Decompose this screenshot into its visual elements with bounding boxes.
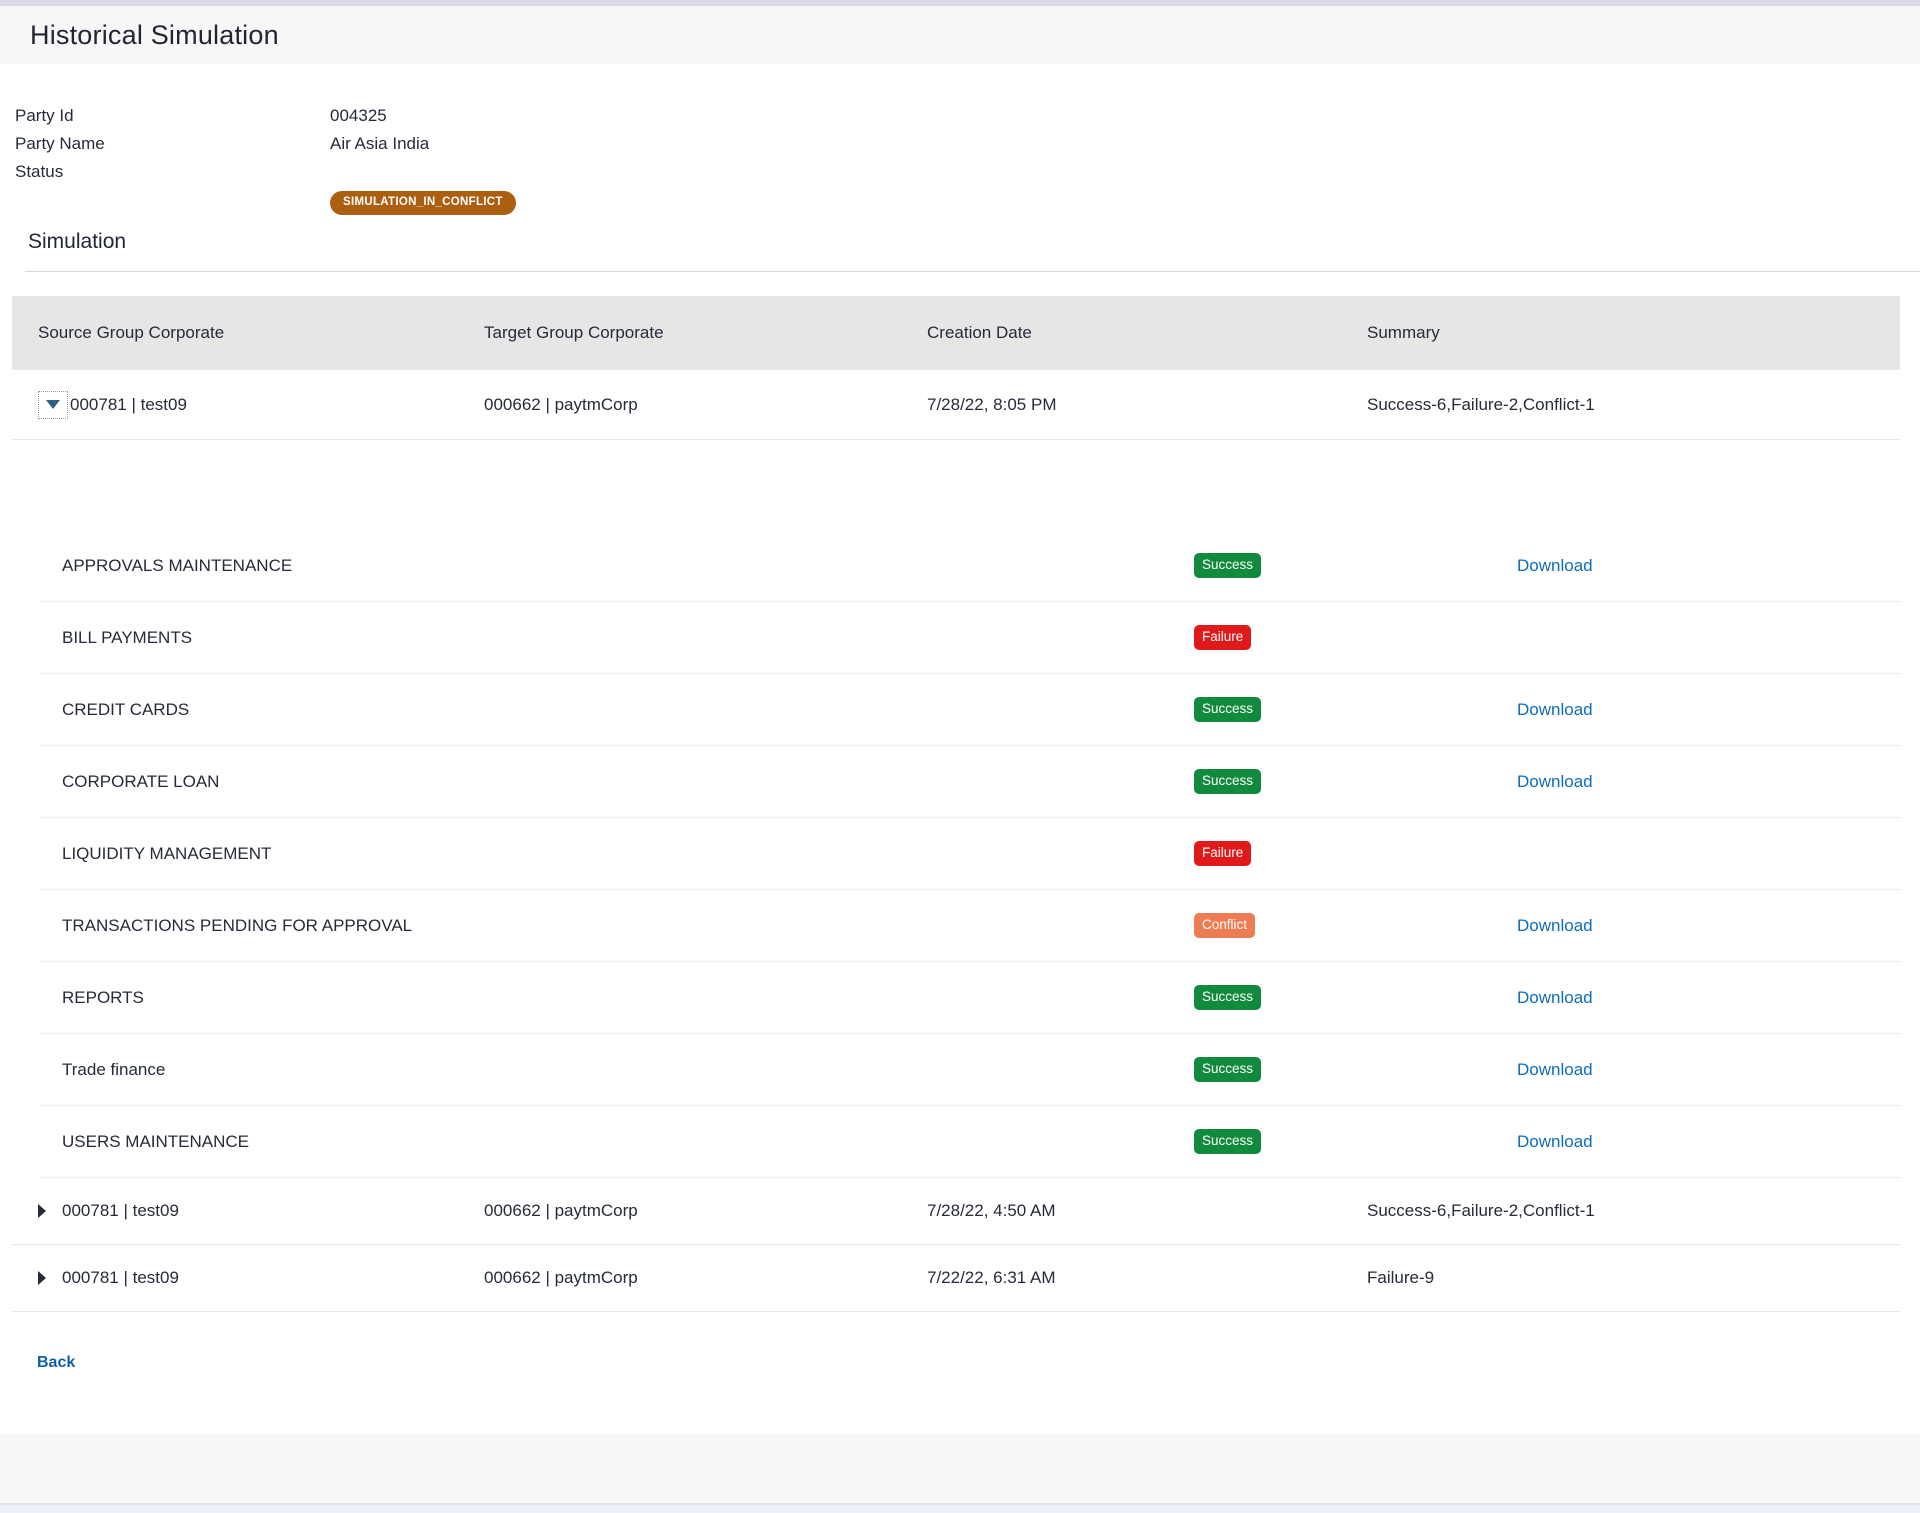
detail-row: APPROVALS MAINTENANCE Success Download — [40, 530, 1900, 602]
chevron-right-icon — [38, 1271, 46, 1285]
module-name: USERS MAINTENANCE — [62, 1132, 1194, 1152]
expanded-panel-spacer — [12, 440, 1900, 530]
download-link[interactable]: Download — [1517, 988, 1900, 1008]
module-name: LIQUIDITY MANAGEMENT — [62, 844, 1194, 864]
detail-row: TRANSACTIONS PENDING FOR APPROVAL Confli… — [40, 890, 1900, 962]
party-name-value: Air Asia India — [330, 130, 1920, 158]
download-link[interactable]: Download — [1517, 1060, 1900, 1080]
party-name-label: Party Name — [15, 130, 330, 158]
module-name: REPORTS — [62, 988, 1194, 1008]
status-badge: SIMULATION_IN_CONFLICT — [330, 191, 516, 215]
module-name: APPROVALS MAINTENANCE — [62, 556, 1194, 576]
status-badge: Failure — [1194, 841, 1251, 866]
row-target: 000662 | paytmCorp — [484, 1201, 927, 1221]
module-name: TRANSACTIONS PENDING FOR APPROVAL — [62, 916, 1194, 936]
detail-row: LIQUIDITY MANAGEMENT Failure — [40, 818, 1900, 890]
status-badge: Conflict — [1194, 913, 1255, 938]
row-summary: Failure-9 — [1367, 1268, 1900, 1288]
table-header-row: Source Group Corporate Target Group Corp… — [12, 296, 1900, 370]
detail-row: BILL PAYMENTS Failure — [40, 602, 1900, 674]
row-summary: Success-6,Failure-2,Conflict-1 — [1367, 1201, 1900, 1221]
module-name: CREDIT CARDS — [62, 700, 1194, 720]
chevron-down-icon — [46, 400, 60, 409]
column-header-summary: Summary — [1367, 323, 1900, 343]
main-content: Party Id 004325 Party Name Air Asia Indi… — [0, 64, 1920, 1434]
party-id-label: Party Id — [15, 102, 330, 130]
chevron-right-icon — [38, 1204, 46, 1218]
bottom-accent-strip — [0, 1504, 1920, 1513]
page-header: Historical Simulation — [0, 6, 1920, 64]
row-creation-date: 7/28/22, 4:50 AM — [927, 1201, 1367, 1221]
detail-row: CORPORATE LOAN Success Download — [40, 746, 1900, 818]
module-name: CORPORATE LOAN — [62, 772, 1194, 792]
page-title: Historical Simulation — [30, 20, 279, 51]
back-link[interactable]: Back — [37, 1354, 75, 1371]
download-link[interactable]: Download — [1517, 700, 1900, 720]
expand-row-button[interactable] — [38, 1197, 58, 1225]
module-name: BILL PAYMENTS — [62, 628, 1194, 648]
row-target: 000662 | paytmCorp — [484, 1268, 927, 1288]
table-row: 000781 | test09 000662 | paytmCorp 7/22/… — [12, 1245, 1900, 1312]
status-badge: Success — [1194, 553, 1261, 578]
table-row: 000781 | test09 000662 | paytmCorp 7/28/… — [12, 1178, 1900, 1245]
party-id-value: 004325 — [330, 102, 1920, 130]
party-summary: Party Id 004325 Party Name Air Asia Indi… — [0, 64, 1920, 214]
collapse-row-button[interactable] — [38, 391, 68, 419]
status-label: Status — [15, 158, 330, 186]
detail-row: CREDIT CARDS Success Download — [40, 674, 1900, 746]
simulation-section-title: Simulation — [28, 230, 1920, 258]
section-divider — [25, 271, 1920, 272]
column-header-source: Source Group Corporate — [38, 323, 484, 343]
row-summary: Success-6,Failure-2,Conflict-1 — [1367, 395, 1900, 415]
detail-row: Trade finance Success Download — [40, 1034, 1900, 1106]
row-source: 000781 | test09 — [62, 1201, 179, 1221]
status-badge: Success — [1194, 985, 1261, 1010]
status-badge: Success — [1194, 1129, 1261, 1154]
expanded-detail-list: APPROVALS MAINTENANCE Success Download B… — [40, 530, 1900, 1178]
row-creation-date: 7/22/22, 6:31 AM — [927, 1268, 1367, 1288]
row-creation-date: 7/28/22, 8:05 PM — [927, 395, 1367, 415]
row-source: 000781 | test09 — [70, 395, 187, 415]
module-name: Trade finance — [62, 1060, 1194, 1080]
status-badge: Success — [1194, 697, 1261, 722]
download-link[interactable]: Download — [1517, 772, 1900, 792]
table-row: 000781 | test09 000662 | paytmCorp 7/28/… — [12, 370, 1900, 440]
row-target: 000662 | paytmCorp — [484, 395, 927, 415]
download-link[interactable]: Download — [1517, 556, 1900, 576]
download-link[interactable]: Download — [1517, 916, 1900, 936]
page-footer — [0, 1434, 1920, 1504]
column-header-target: Target Group Corporate — [484, 323, 927, 343]
status-badge: Failure — [1194, 625, 1251, 650]
column-header-creation-date: Creation Date — [927, 323, 1367, 343]
expand-row-button[interactable] — [38, 1264, 58, 1292]
status-badge: Success — [1194, 769, 1261, 794]
status-badge: Success — [1194, 1057, 1261, 1082]
detail-row: USERS MAINTENANCE Success Download — [40, 1106, 1900, 1178]
detail-row: REPORTS Success Download — [40, 962, 1900, 1034]
row-source: 000781 | test09 — [62, 1268, 179, 1288]
download-link[interactable]: Download — [1517, 1132, 1900, 1152]
simulation-table: Source Group Corporate Target Group Corp… — [12, 296, 1900, 1312]
